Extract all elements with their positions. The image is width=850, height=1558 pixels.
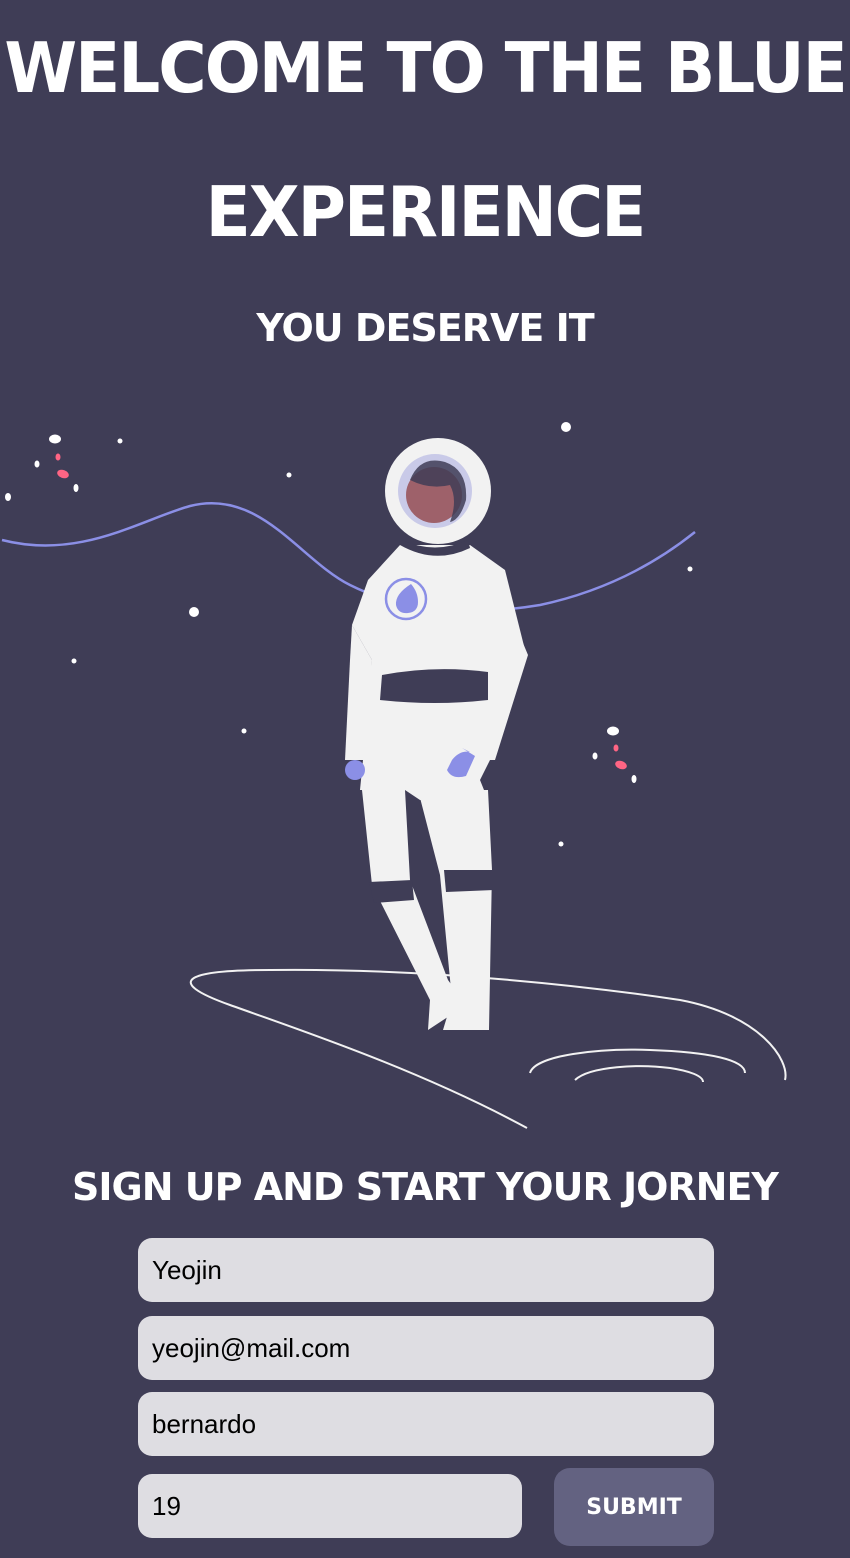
star — [189, 607, 199, 617]
ground-ring-inner — [574, 1065, 704, 1083]
signup-heading: Sign up and start your jorney — [72, 1165, 779, 1209]
age-input[interactable] — [138, 1474, 522, 1538]
orbit-line — [1, 502, 696, 613]
astronaut-illustration — [1, 422, 787, 1129]
star — [71, 658, 77, 664]
star — [561, 422, 571, 432]
hero-title-line-2: experience — [205, 172, 647, 253]
star — [117, 438, 123, 444]
submit-button[interactable]: Submit — [554, 1468, 714, 1546]
astronaut — [345, 438, 528, 1030]
star — [687, 566, 693, 572]
hero-subtitle: You deserve it — [256, 306, 594, 350]
star — [34, 460, 40, 468]
star — [241, 728, 247, 734]
name-input[interactable] — [138, 1238, 714, 1302]
belt — [380, 669, 488, 703]
star — [57, 469, 69, 479]
star — [558, 841, 564, 847]
ground-ring-mid — [529, 1048, 746, 1074]
pink-stars — [55, 453, 627, 770]
star — [55, 453, 61, 461]
stars — [5, 422, 693, 847]
star — [73, 484, 79, 492]
star — [613, 744, 619, 752]
star — [631, 775, 637, 783]
star — [615, 760, 627, 770]
star — [49, 434, 61, 444]
star — [5, 493, 11, 501]
hero-title-line-1: Welcome to the blue — [4, 28, 847, 109]
left-glove — [345, 760, 365, 780]
star — [592, 752, 598, 760]
email-input[interactable] — [138, 1316, 714, 1380]
password-input[interactable] — [138, 1392, 714, 1456]
right-knee-band — [444, 870, 494, 892]
star — [607, 726, 619, 736]
left-knee-band — [369, 880, 414, 903]
star — [286, 472, 292, 478]
